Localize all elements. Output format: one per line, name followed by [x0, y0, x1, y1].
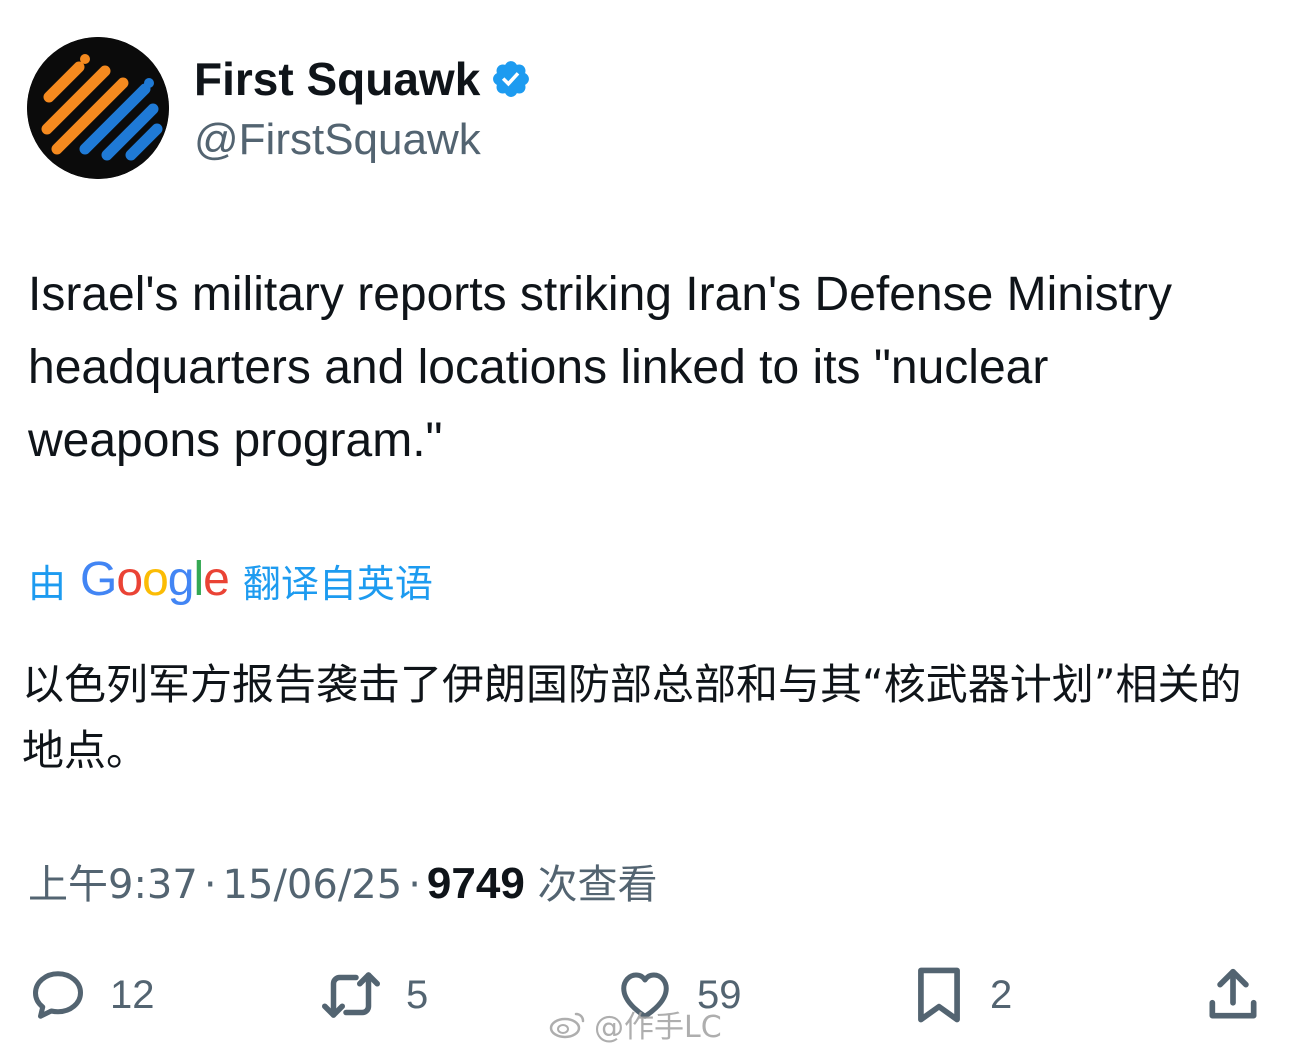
tweet-text: Israel's military reports striking Iran'…: [28, 268, 1172, 467]
meta-separator: ·: [203, 862, 217, 908]
tweet-meta: 上午9:37 · 15/06/25 · 9749 次查看: [28, 856, 658, 913]
reply-button[interactable]: 12: [28, 960, 155, 1030]
translation-prefix: 由: [28, 561, 67, 606]
meta-separator: ·: [408, 862, 421, 908]
watermark-text: @作手LC: [594, 1010, 722, 1045]
retweet-count: 5: [406, 972, 429, 1017]
author-display-name[interactable]: First Squawk: [194, 52, 480, 106]
views-label: 次查看: [537, 862, 658, 908]
share-icon: [1209, 968, 1257, 1019]
verified-badge-icon[interactable]: [490, 58, 532, 100]
retweet-button[interactable]: 5: [318, 960, 428, 1030]
avatar[interactable]: [27, 37, 169, 179]
share-button[interactable]: [1202, 960, 1264, 1030]
author-name-row: First Squawk: [194, 52, 532, 106]
author-handle[interactable]: @FirstSquawk: [194, 114, 481, 166]
reply-count: 12: [110, 972, 155, 1017]
reply-icon: [33, 971, 83, 1019]
bookmark-button[interactable]: 2: [910, 960, 1012, 1030]
tweet-date[interactable]: 15/06/25: [223, 862, 403, 908]
tweet-time[interactable]: 上午9:37: [28, 862, 198, 908]
views-count: 9749: [426, 859, 525, 908]
bookmark-icon: [918, 967, 960, 1023]
first-squawk-logo-icon: [27, 37, 169, 179]
retweet-icon: [322, 972, 380, 1018]
google-logo-icon: Google: [80, 553, 230, 606]
translation-suffix: 翻译自英语: [242, 561, 433, 606]
translation-attribution[interactable]: 由 Google 翻译自英语: [28, 552, 433, 608]
weibo-icon: [549, 1012, 585, 1039]
bookmark-count: 2: [990, 972, 1013, 1017]
watermark: @作手LC: [548, 1002, 722, 1046]
translated-text: 以色列军方报告袭击了伊朗国防部总部和与其“核武器计划”相关的地点。: [22, 660, 1242, 775]
